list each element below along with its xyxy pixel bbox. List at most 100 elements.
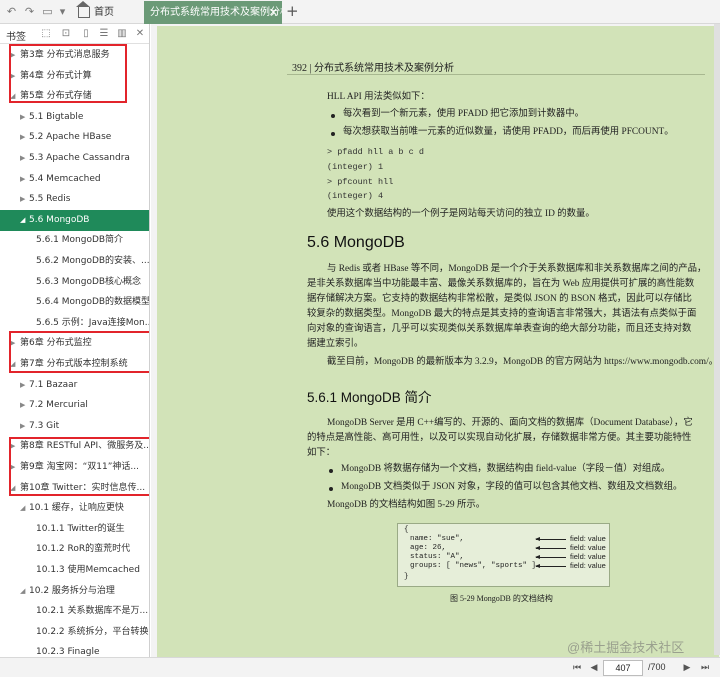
toc-item[interactable]: ▶ 第8章 RESTful API、微服务及... bbox=[0, 436, 149, 457]
toc-item[interactable]: 5.6.2 MongoDB的安装、... bbox=[0, 251, 149, 272]
figure-document-structure: { name: "sue", age: 26, status: "A", gro… bbox=[397, 523, 610, 587]
toc-item-label: 5.6.3 MongoDB核心概念 bbox=[36, 276, 142, 287]
toc-item-label: 7.1 Bazaar bbox=[29, 379, 78, 390]
toc-item[interactable]: 10.1.2 RoR的蛮荒时代 bbox=[0, 539, 149, 560]
page-header: 392 | 分布式系统常用技术及案例分析 bbox=[292, 63, 455, 74]
dropdown-icon[interactable]: ▾ bbox=[55, 4, 70, 19]
bullet-icon bbox=[331, 114, 335, 118]
toc-item-label: 10.1 缓存，让响应更快 bbox=[29, 503, 124, 514]
toc-item[interactable]: ◢ 第5章 分布式存储 bbox=[0, 86, 149, 107]
figure-label: field: value bbox=[570, 543, 606, 552]
document-viewer[interactable]: 392 | 分布式系统常用技术及案例分析 HLL API 用法类似如下： 每次看… bbox=[151, 24, 720, 657]
toc-item[interactable]: 10.2.3 Finagle bbox=[0, 642, 149, 657]
redo-icon[interactable]: ↷ bbox=[22, 4, 37, 19]
toc-item-label: 10.2 服务拆分与治理 bbox=[29, 585, 115, 596]
collapse-arrow-icon[interactable]: ◢ bbox=[10, 354, 15, 375]
collapse-arrow-icon[interactable]: ◢ bbox=[20, 498, 25, 519]
bullet-text: MongoDB 文档类似于 JSON 对象，字段的值可以包含其他文档、数组及文档… bbox=[341, 482, 683, 492]
tab-home[interactable]: 首页 bbox=[74, 1, 142, 24]
toc-item-label: 5.6 MongoDB bbox=[29, 214, 90, 225]
paragraph-line: 的特点是高性能、高可用性，以及可以实现自动化扩展，存储数据非常方便。其主要功能特… bbox=[307, 433, 692, 443]
toc-item[interactable]: 5.6.5 示例：Java连接Mon... bbox=[0, 313, 150, 334]
toc-item[interactable]: ▶ 第6章 分布式监控 bbox=[0, 333, 149, 354]
first-page-icon[interactable]: ⏮ bbox=[570, 661, 584, 675]
expand-arrow-icon[interactable]: ▶ bbox=[20, 107, 25, 128]
tab-document[interactable]: 分布式系统常用技术及案例分析 ✕ bbox=[144, 1, 282, 24]
toc-item[interactable]: ▶ 7.2 Mercurial bbox=[0, 395, 149, 416]
toc-item-label: 第7章 分布式版本控制系统 bbox=[20, 359, 128, 369]
expand-arrow-icon[interactable]: ▶ bbox=[10, 66, 15, 87]
new-tab-button[interactable]: + bbox=[286, 3, 299, 20]
subsection-heading: 5.6.1 MongoDB 简介 bbox=[307, 390, 432, 405]
expand-arrow-icon[interactable]: ▶ bbox=[10, 45, 15, 66]
figure-code-line: groups: [ "news", "sports" ] bbox=[410, 562, 537, 570]
bullet-icon bbox=[329, 469, 333, 473]
toc-item-label: 第6章 分布式监控 bbox=[20, 338, 92, 349]
expand-arrow-icon[interactable]: ▶ bbox=[10, 333, 15, 354]
toc-item[interactable]: ◢ 10.2 服务拆分与治理 bbox=[0, 581, 149, 602]
expand-arrow-icon[interactable]: ▶ bbox=[20, 127, 25, 148]
toc-item-label: 10.2.2 系统拆分，平台转换 bbox=[36, 626, 149, 637]
paragraph-line: MongoDB Server 是用 C++编写的、开源的、面向文档的数据库（Do… bbox=[327, 418, 693, 428]
expand-arrow-icon[interactable]: ▶ bbox=[20, 395, 25, 416]
collapse-all-icon[interactable]: ⊡ bbox=[60, 27, 72, 40]
expand-arrow-icon[interactable]: ▶ bbox=[10, 436, 15, 457]
toc-item[interactable]: ◢ 5.6 MongoDB bbox=[0, 209, 149, 231]
collapse-arrow-icon[interactable]: ◢ bbox=[20, 210, 25, 231]
toc-item[interactable]: ▶ 5.5 Redis bbox=[0, 189, 149, 210]
vertical-scrollbar[interactable] bbox=[714, 24, 720, 655]
toc-item-label: 第3章 分布式消息服务 bbox=[20, 50, 110, 60]
toc-item-label: 5.6.5 示例：Java连接Mon... bbox=[36, 317, 150, 328]
next-page-icon[interactable]: ▶ bbox=[680, 661, 694, 675]
page-number-input[interactable]: 407 bbox=[603, 660, 643, 676]
intro-text: HLL API 用法类似如下： bbox=[327, 92, 430, 102]
toc-item[interactable]: ▶ 第9章 淘宝网：“双11”神话... bbox=[0, 457, 149, 478]
watermark: @稀土掘金技术社区 bbox=[567, 640, 685, 655]
paragraph: MongoDB 的文档结构如图 5-29 所示。 bbox=[327, 500, 486, 510]
expand-arrow-icon[interactable]: ▶ bbox=[20, 416, 25, 437]
expand-arrow-icon[interactable]: ▶ bbox=[10, 457, 15, 478]
expand-arrow-icon[interactable]: ▶ bbox=[20, 189, 25, 210]
sidebar-header: 书签 ⬚ ⊡ ▯ ☰ ▥ ✕ bbox=[0, 24, 149, 44]
toc-item[interactable]: ▶ 5.3 Apache Cassandra bbox=[0, 148, 149, 169]
toc-item[interactable]: 10.1.1 Twitter的诞生 bbox=[0, 519, 149, 540]
bookmark-add-icon[interactable]: ▯ bbox=[80, 27, 92, 40]
toc-item[interactable]: ◢ 10.1 缓存，让响应更快 bbox=[0, 498, 149, 519]
collapse-arrow-icon[interactable]: ◢ bbox=[10, 86, 15, 107]
toc-item[interactable]: ▶ 5.2 Apache HBase bbox=[0, 127, 149, 148]
toc-item[interactable]: ▶ 5.1 Bigtable bbox=[0, 107, 149, 128]
expand-arrow-icon[interactable]: ▶ bbox=[20, 148, 25, 169]
toc-item[interactable]: 5.6.4 MongoDB的数据模型 bbox=[0, 292, 149, 313]
toc-item[interactable]: ▶ 5.4 Memcached bbox=[0, 169, 149, 190]
toc-item[interactable]: ▶ 第3章 分布式消息服务 bbox=[0, 45, 149, 66]
close-tab-icon[interactable]: ✕ bbox=[269, 1, 278, 24]
expand-arrow-icon[interactable]: ▶ bbox=[20, 169, 25, 190]
back-icon[interactable]: ↶ bbox=[4, 4, 19, 19]
close-sidebar-icon[interactable]: ✕ bbox=[134, 27, 146, 40]
toc-item[interactable]: 5.6.1 MongoDB简介 bbox=[0, 230, 149, 251]
last-page-icon[interactable]: ⏭ bbox=[698, 661, 712, 675]
delete-icon[interactable]: ▥ bbox=[116, 27, 128, 40]
paragraph-line: 与 Redis 或者 HBase 等不同，MongoDB 是一个介于关系数据库和… bbox=[327, 264, 707, 274]
toc-item[interactable]: ▶ 7.1 Bazaar bbox=[0, 375, 149, 396]
tab-document-label: 分布式系统常用技术及案例分析 bbox=[150, 7, 282, 18]
toc-item[interactable]: ◢ 第10章 Twitter：实时信息传... bbox=[0, 478, 149, 499]
prev-page-icon[interactable]: ◀ bbox=[587, 661, 601, 675]
expand-all-icon[interactable]: ⬚ bbox=[40, 27, 52, 40]
save-icon[interactable]: ▭ bbox=[40, 4, 55, 19]
expand-arrow-icon[interactable]: ▶ bbox=[20, 375, 25, 396]
toc-item-label: 10.2.1 关系数据库不是万... bbox=[36, 606, 149, 617]
sidebar-title: 书签 bbox=[6, 32, 26, 43]
toc-item[interactable]: 10.2.2 系统拆分，平台转换 bbox=[0, 622, 149, 643]
toc-item[interactable]: ▶ 第4章 分布式计算 bbox=[0, 66, 149, 87]
toc-item-label: 5.2 Apache HBase bbox=[29, 132, 112, 143]
bookmark-list-icon[interactable]: ☰ bbox=[98, 27, 110, 40]
collapse-arrow-icon[interactable]: ◢ bbox=[20, 581, 25, 602]
tab-bar: ↶ ↷ ▭ ▾ 首页 分布式系统常用技术及案例分析 ✕ + bbox=[0, 0, 720, 24]
toc-item[interactable]: ▶ 7.3 Git bbox=[0, 416, 149, 437]
toc-item[interactable]: 10.1.3 使用Memcached bbox=[0, 560, 149, 581]
toc-item[interactable]: ◢ 第7章 分布式版本控制系统 bbox=[0, 354, 149, 375]
collapse-arrow-icon[interactable]: ◢ bbox=[10, 478, 15, 499]
toc-item[interactable]: 5.6.3 MongoDB核心概念 bbox=[0, 272, 149, 293]
toc-item[interactable]: 10.2.1 关系数据库不是万... bbox=[0, 601, 149, 622]
